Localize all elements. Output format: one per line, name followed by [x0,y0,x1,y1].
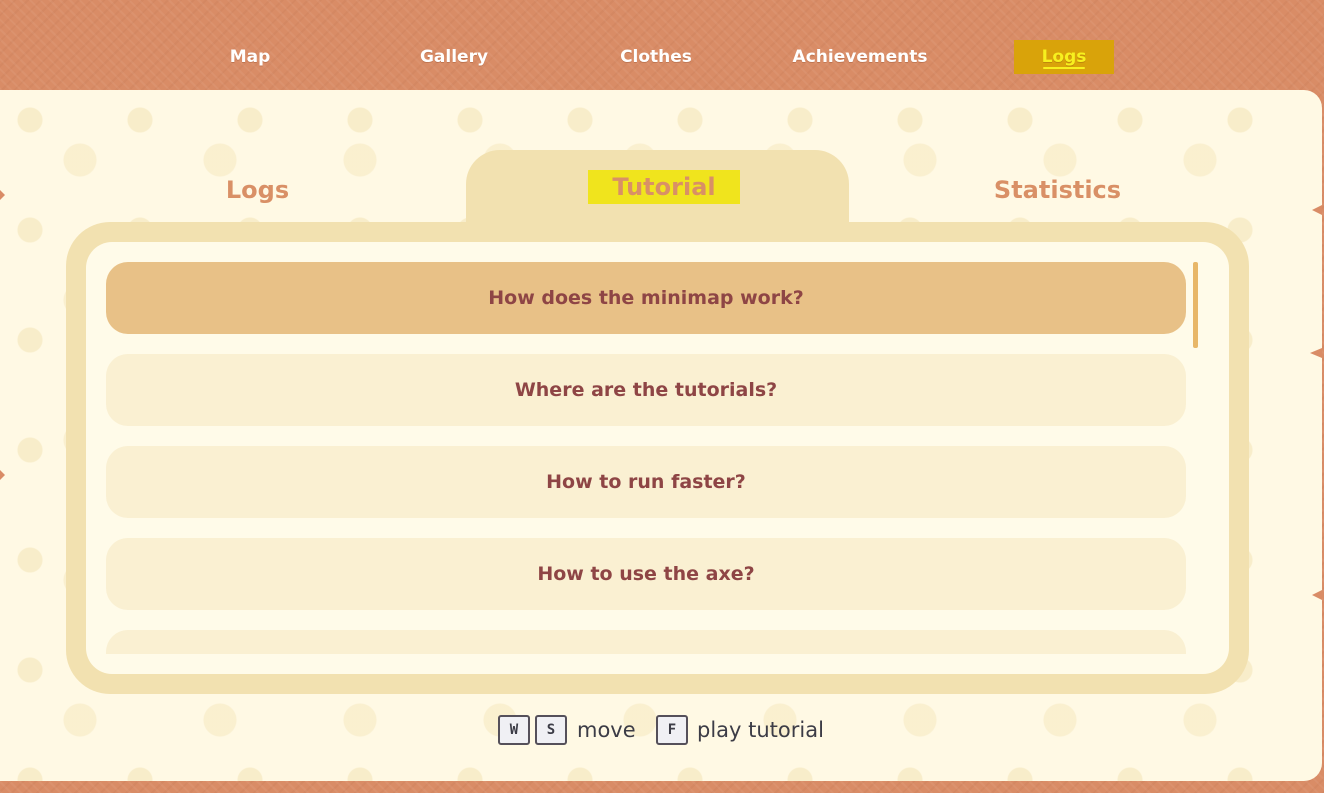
nav-tab-logs[interactable]: Logs [1014,40,1114,74]
edge-notch-decoration [1312,590,1322,600]
nav-tab-clothes-label: Clothes [620,47,692,67]
key-s-icon: S [535,715,567,745]
tutorial-list[interactable]: How does the minimap work? Where are the… [106,262,1186,654]
tutorial-item-minimap[interactable]: How does the minimap work? [106,262,1186,334]
subtab-logs-label: Logs [225,176,290,204]
nav-tab-clothes[interactable]: Clothes [606,40,706,74]
nav-tab-map-label: Map [229,47,271,67]
tutorial-item-use-axe[interactable]: How to use the axe? [106,538,1186,610]
edge-notch-decoration [1310,348,1322,358]
nav-tab-achievements[interactable]: Achievements [790,40,930,74]
tutorial-item-run-faster[interactable]: How to run faster? [106,446,1186,518]
edge-notch-decoration [0,190,5,200]
subtab-tutorial[interactable]: Tutorial [588,170,740,204]
hint-move-label: move [577,718,636,742]
edge-notch-decoration [0,470,5,480]
nav-tab-map[interactable]: Map [200,40,300,74]
hint-play-tutorial-label: play tutorial [697,718,824,742]
list-scrollbar-thumb[interactable] [1193,262,1198,348]
subtab-statistics-label: Statistics [993,176,1122,204]
tutorial-item-where-tutorials[interactable]: Where are the tutorials? [106,354,1186,426]
tutorial-item-label: Where are the tutorials? [514,379,778,401]
tutorial-item-label: How to run faster? [546,471,746,493]
nav-tab-logs-label: Logs [1041,47,1087,67]
subtab-statistics[interactable]: Statistics [980,170,1135,210]
active-tab-underline [1043,67,1085,69]
nav-tab-gallery[interactable]: Gallery [404,40,504,74]
nav-tab-achievements-label: Achievements [792,47,928,67]
tutorial-item-label: How to use the axe? [537,563,755,585]
subtab-tutorial-label: Tutorial [612,173,716,201]
top-navigation: Map Gallery Clothes Achievements Logs [0,0,1324,90]
tutorial-item-label: How does the minimap work? [488,287,804,309]
control-hints-bar: W S move F play tutorial [0,712,1324,748]
tutorial-item-partial[interactable] [106,630,1186,654]
key-w-icon: W [498,715,530,745]
nav-tab-gallery-label: Gallery [419,47,489,67]
tutorial-list-container: How does the minimap work? Where are the… [86,242,1229,674]
subtab-logs[interactable]: Logs [190,170,325,210]
edge-notch-decoration [1312,205,1322,215]
key-f-icon: F [656,715,688,745]
